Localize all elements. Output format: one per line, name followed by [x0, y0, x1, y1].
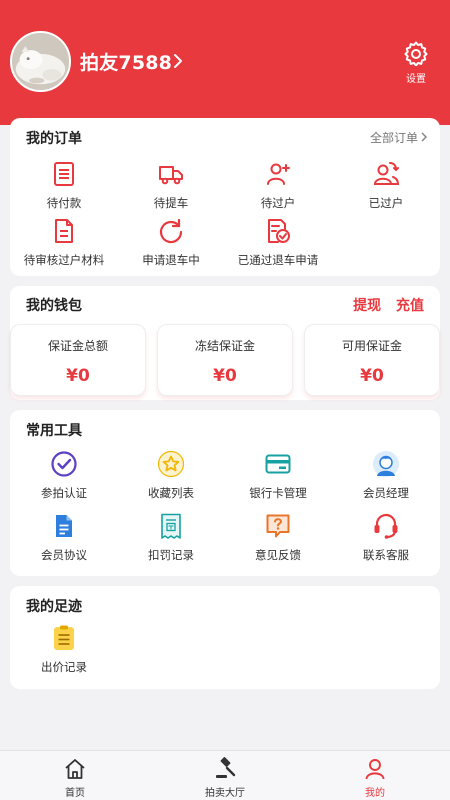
agreement-doc-icon: [56, 515, 72, 537]
tool-member-agreement[interactable]: 会员协议: [10, 512, 118, 563]
order-pending-transfer[interactable]: 待过户: [224, 160, 332, 211]
wallet-box-label: 保证金总额: [47, 339, 108, 353]
gear-icon: [404, 41, 428, 66]
footprint-card: 我的足迹 出价记录: [10, 586, 440, 689]
users-transfer-icon: [373, 162, 400, 185]
item-label: 待审核过户材料: [23, 253, 105, 267]
tab-mine[interactable]: 我的: [335, 757, 415, 799]
username[interactable]: 拍友7588: [80, 48, 172, 75]
item-label: 会员经理: [363, 486, 409, 500]
tool-feedback[interactable]: 意见反馈: [224, 512, 332, 563]
wallet-card: 我的钱包 提现 充值 保证金总额 ¥0 冻结保证金 ¥0 可用保证金 ¥0: [10, 286, 440, 400]
profile-header: 拍友7588 设置: [0, 0, 450, 125]
tab-auction-hall[interactable]: 拍卖大厅: [185, 757, 265, 799]
settings-button[interactable]: 设置: [398, 40, 434, 85]
tool-favorites[interactable]: 收藏列表: [117, 450, 225, 501]
item-label: 扣罚记录: [148, 548, 194, 562]
wallet-box-value: ¥0: [213, 366, 237, 386]
item-label: 参拍认证: [41, 486, 87, 500]
wallet-box-value: ¥0: [66, 366, 90, 386]
orders-title: 我的订单: [26, 131, 82, 147]
item-label: 意见反馈: [255, 548, 301, 562]
star-icon: [157, 450, 185, 478]
withdraw-button[interactable]: 提现: [353, 298, 381, 314]
item-label: 联系客服: [363, 548, 409, 562]
bid-record-icon: [54, 625, 74, 650]
tool-bank-cards[interactable]: 银行卡管理: [224, 450, 332, 501]
bottom-tab-bar: 首页 拍卖大厅 我的: [0, 750, 450, 800]
tab-label: 拍卖大厅: [205, 788, 245, 799]
tool-penalty-records[interactable]: 扣罚记录: [117, 512, 225, 563]
tools-card: 常用工具 参拍认证 收藏列表 银行卡管理 会员经理 会员协议 扣罚记录 意见反馈…: [10, 410, 440, 576]
order-pending-payment[interactable]: 待付款: [10, 160, 118, 211]
item-label: 已通过退车申请: [237, 253, 319, 267]
deposit-available-box[interactable]: 可用保证金 ¥0: [304, 324, 440, 396]
tab-home[interactable]: 首页: [35, 757, 115, 799]
gavel-icon: [216, 757, 236, 778]
feedback-icon: [266, 514, 290, 538]
tools-title: 常用工具: [26, 423, 82, 439]
recharge-button[interactable]: 充值: [396, 298, 424, 314]
chevron-right-icon[interactable]: [420, 131, 428, 143]
wallet-actions: 提现 充值: [343, 295, 424, 315]
wallet-box-value: ¥0: [360, 366, 384, 386]
receipt-icon: [161, 513, 181, 539]
item-label: 待过户: [260, 196, 296, 210]
item-label: 银行卡管理: [249, 486, 307, 500]
settings-label: 设置: [406, 74, 426, 85]
item-label: 待提车: [153, 196, 189, 210]
document-list-icon: [54, 162, 74, 186]
order-pending-review[interactable]: 待审核过户材料: [10, 217, 118, 268]
home-icon: [65, 759, 85, 779]
headset-icon: [374, 513, 398, 539]
tab-label: 首页: [65, 788, 85, 799]
item-label: 出价记录: [41, 660, 87, 674]
order-pending-pickup[interactable]: 待提车: [117, 160, 225, 211]
deposit-frozen-box[interactable]: 冻结保证金 ¥0: [157, 324, 293, 396]
cat-photo: [12, 33, 69, 90]
manager-avatar-icon: [373, 451, 399, 477]
order-return-approved[interactable]: 已通过退车申请: [224, 217, 332, 268]
order-transferred[interactable]: 已过户: [332, 160, 440, 211]
deposit-total-box[interactable]: 保证金总额 ¥0: [10, 324, 146, 396]
wallet-box-label: 可用保证金: [341, 339, 402, 353]
tool-bid-certification[interactable]: 参拍认证: [10, 450, 118, 501]
item-label: 会员协议: [41, 548, 87, 562]
item-label: 待付款: [46, 196, 82, 210]
wallet-title: 我的钱包: [26, 298, 82, 314]
tab-label: 我的: [365, 788, 385, 799]
file-icon: [55, 219, 73, 243]
order-return-applying[interactable]: 申请退车中: [117, 217, 225, 268]
user-icon: [365, 759, 385, 780]
item-label: 收藏列表: [148, 486, 194, 500]
footprint-title: 我的足迹: [26, 599, 82, 615]
user-add-icon: [267, 163, 290, 185]
chevron-right-icon[interactable]: [171, 51, 185, 71]
tool-customer-service[interactable]: 联系客服: [332, 512, 440, 563]
wallet-box-label: 冻结保证金: [194, 339, 255, 353]
orders-card: 我的订单 全部订单 待付款 待提车 待过户 已过户 待审核过户材料 申请退车中 …: [10, 118, 440, 276]
file-check-icon: [268, 219, 290, 243]
avatar[interactable]: [10, 31, 71, 92]
check-circle-icon: [51, 451, 77, 477]
refresh-icon: [159, 218, 183, 244]
item-label: 申请退车中: [142, 253, 200, 267]
item-label: 已过户: [368, 196, 404, 210]
truck-icon: [159, 166, 183, 185]
bank-card-icon: [265, 454, 291, 474]
bid-records-item[interactable]: 出价记录: [10, 624, 118, 675]
tool-account-manager[interactable]: 会员经理: [332, 450, 440, 501]
all-orders-link[interactable]: 全部订单: [370, 129, 418, 146]
